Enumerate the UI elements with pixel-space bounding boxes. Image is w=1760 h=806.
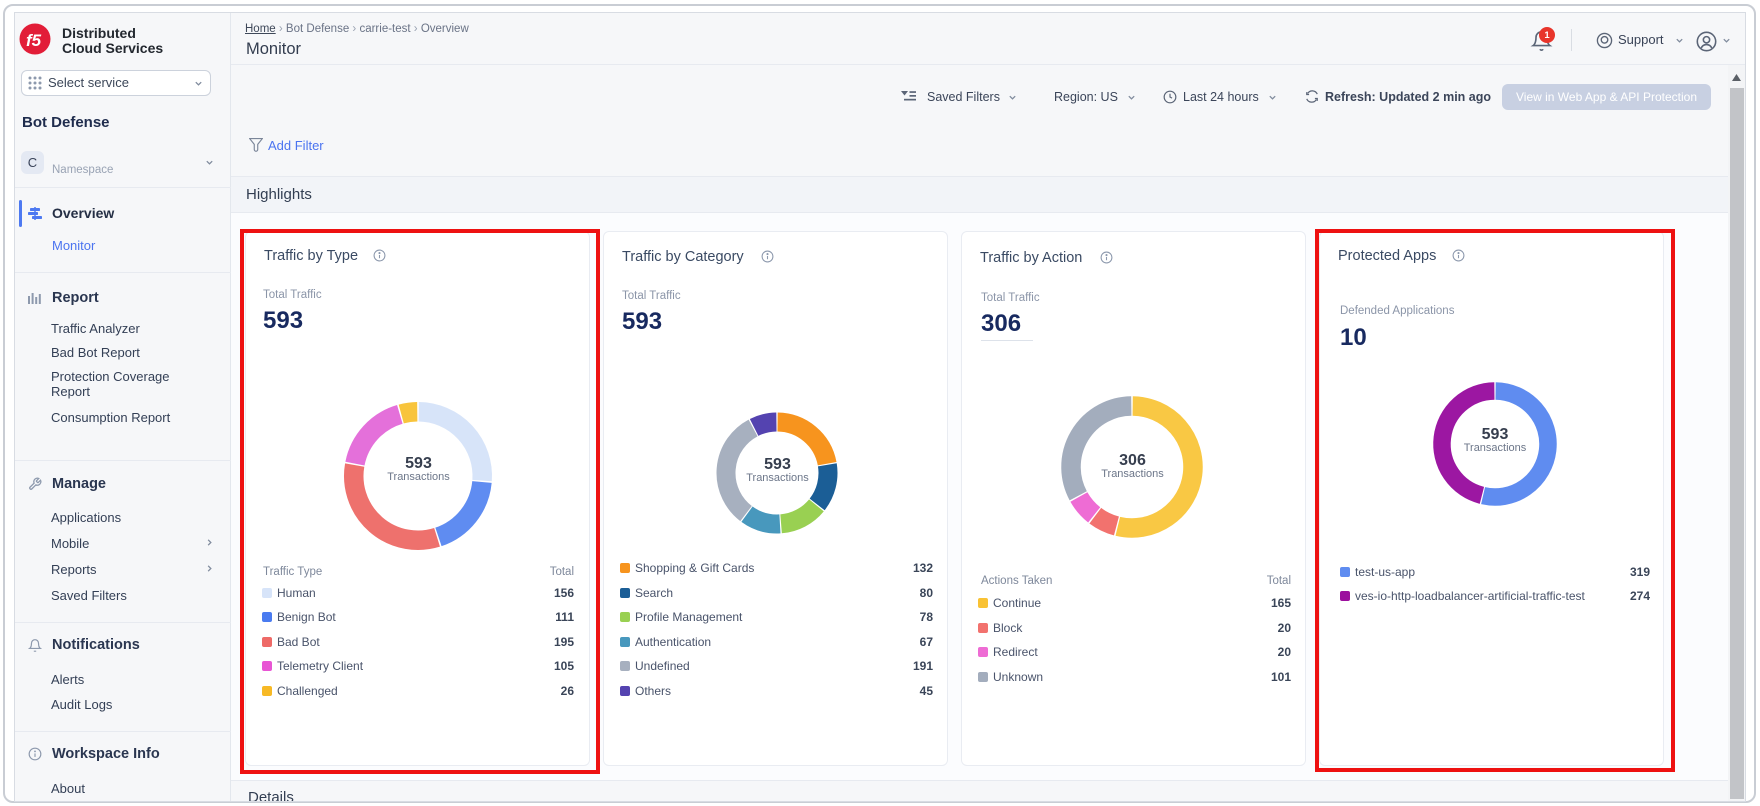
- svg-text:f5: f5: [26, 31, 42, 50]
